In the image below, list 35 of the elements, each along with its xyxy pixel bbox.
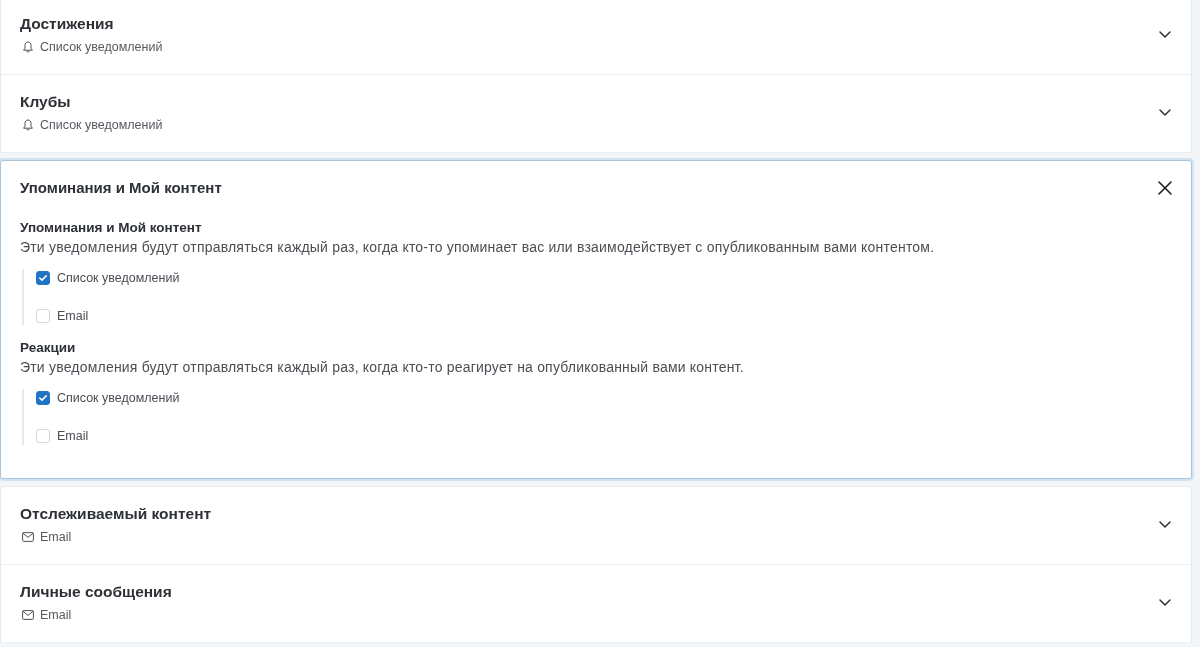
checkbox-label: Email	[57, 428, 89, 444]
checkbox-label: Список уведомлений	[57, 390, 180, 406]
channel-label: Email	[40, 529, 72, 545]
expand-button[interactable]	[1156, 518, 1174, 531]
channel-label: Email	[40, 607, 72, 623]
expand-button[interactable]	[1156, 596, 1174, 609]
row-title: Клубы	[20, 92, 72, 112]
check-icon	[39, 275, 47, 281]
panel-title: Упоминания и Мой контент	[20, 179, 222, 197]
group-description: Эти уведомления будут отправляться каждый раз, когда кто-то упоминает вас или взаимодействует с опубликованным вами контентом.	[20, 238, 936, 257]
chevron-down-icon	[1159, 521, 1171, 528]
checkbox[interactable]	[36, 391, 50, 405]
bell-icon	[22, 119, 34, 131]
close-button[interactable]	[1155, 178, 1175, 198]
checkbox-label: Email	[57, 308, 89, 324]
checkbox-label: Список уведомлений	[57, 270, 180, 286]
expand-button[interactable]	[1156, 28, 1174, 41]
envelope-icon	[22, 610, 34, 620]
group-title: Реакции	[20, 339, 77, 356]
chevron-down-icon	[1159, 31, 1171, 38]
close-icon	[1158, 181, 1172, 195]
row-title: Личные сообщения	[20, 582, 173, 602]
row-title: Достижения	[20, 14, 115, 34]
channel-label: Список уведомлений	[40, 117, 163, 133]
checkbox[interactable]	[36, 271, 50, 285]
envelope-icon	[22, 532, 34, 542]
chevron-down-icon	[1159, 599, 1171, 606]
check-icon	[39, 395, 47, 401]
bell-icon	[22, 41, 34, 53]
expand-button[interactable]	[1156, 106, 1174, 119]
group-title: Упоминания и Мой контент	[20, 219, 203, 236]
chevron-down-icon	[1159, 109, 1171, 116]
channel-label: Список уведомлений	[40, 39, 163, 55]
group-description: Эти уведомления будут отправляться каждый раз, когда кто-то реагирует на опубликованный вами контент.	[20, 358, 745, 377]
row-title: Отслеживаемый контент	[20, 504, 213, 524]
